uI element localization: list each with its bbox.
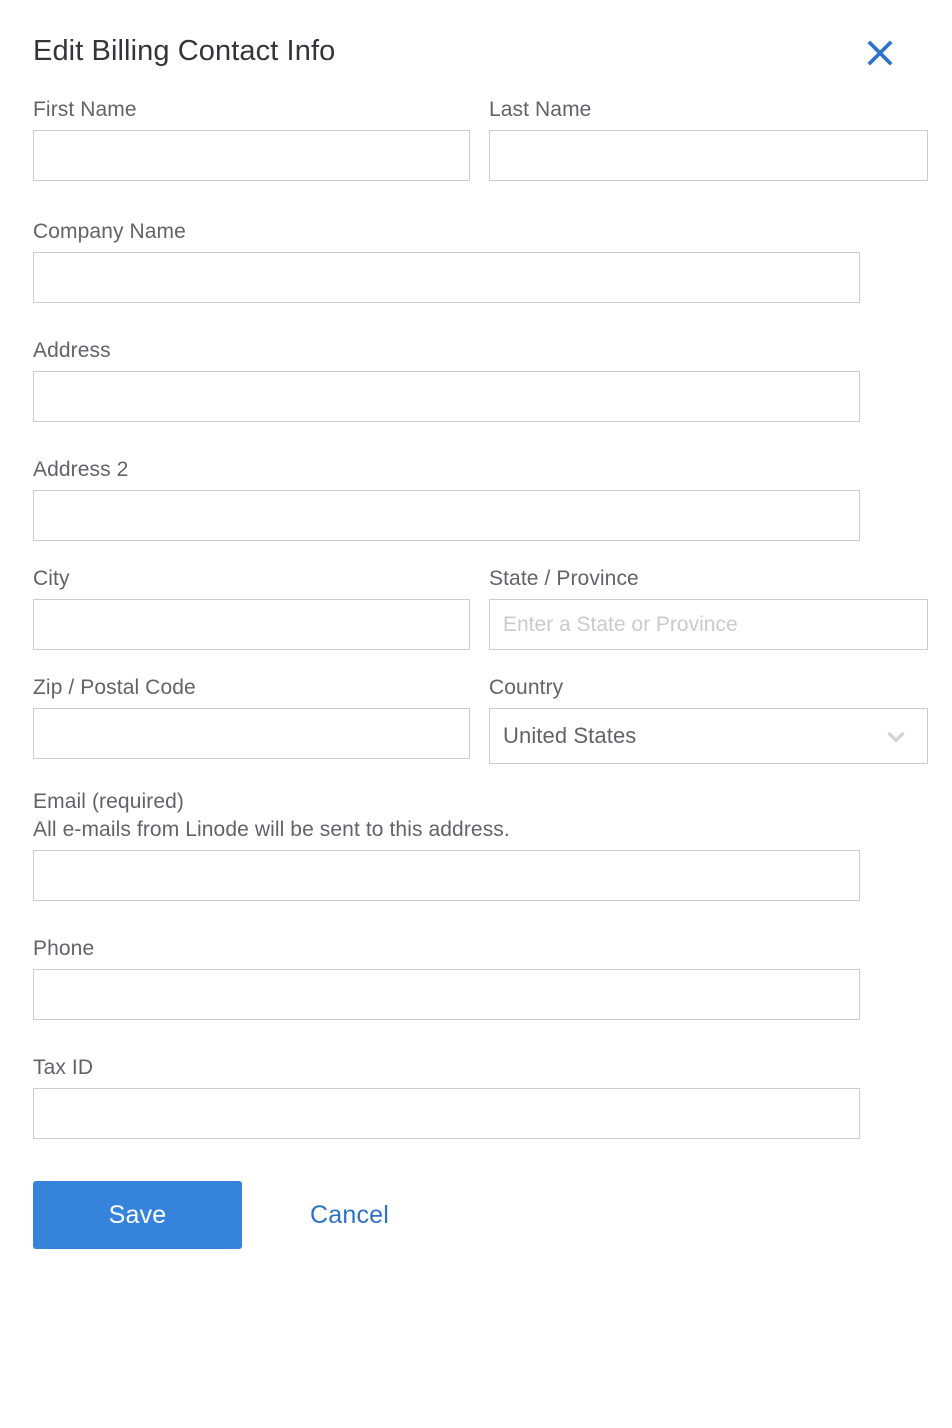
cancel-button[interactable]: Cancel xyxy=(310,1201,389,1230)
address-input[interactable] xyxy=(33,371,860,422)
drawer-header: Edit Billing Contact Info xyxy=(24,0,928,96)
country-select[interactable]: United States xyxy=(489,708,928,764)
billing-contact-form: First Name Last Name Company Name Addres… xyxy=(24,96,928,1139)
city-state-row: City State / Province xyxy=(33,565,928,650)
address-label: Address xyxy=(33,339,111,362)
phone-input[interactable] xyxy=(33,969,860,1020)
save-button[interactable]: Save xyxy=(33,1181,242,1249)
email-label: Email (required) xyxy=(33,790,184,813)
chevron-down-icon xyxy=(881,721,911,751)
tax-id-field: Tax ID xyxy=(33,1054,860,1139)
city-input[interactable] xyxy=(33,599,470,650)
first-name-input[interactable] xyxy=(33,130,470,181)
last-name-label: Last Name xyxy=(489,98,592,121)
country-label: Country xyxy=(489,676,564,699)
close-icon xyxy=(863,36,897,70)
address2-label: Address 2 xyxy=(33,458,129,481)
last-name-input[interactable] xyxy=(489,130,928,181)
name-row: First Name Last Name xyxy=(33,96,928,181)
last-name-field: Last Name xyxy=(489,96,928,181)
first-name-label: First Name xyxy=(33,98,137,121)
company-name-input[interactable] xyxy=(33,252,860,303)
tax-id-input[interactable] xyxy=(33,1088,860,1139)
state-label: State / Province xyxy=(489,567,639,590)
zip-label: Zip / Postal Code xyxy=(33,676,196,699)
phone-label: Phone xyxy=(33,937,95,960)
address2-field: Address 2 xyxy=(33,456,860,541)
company-name-field: Company Name xyxy=(33,218,860,303)
company-name-label: Company Name xyxy=(33,220,186,243)
email-input[interactable] xyxy=(33,850,860,901)
phone-field: Phone xyxy=(33,935,860,1020)
address-field: Address xyxy=(33,337,860,422)
edit-billing-contact-drawer: Edit Billing Contact Info First Name Las… xyxy=(0,0,952,1428)
state-input[interactable] xyxy=(489,599,928,650)
first-name-field: First Name xyxy=(33,96,470,181)
close-button[interactable] xyxy=(860,33,900,73)
country-selected-value: United States xyxy=(503,723,637,748)
city-field: City xyxy=(33,565,470,650)
email-help-text: All e-mails from Linode will be sent to … xyxy=(33,818,510,841)
drawer-actions: Save Cancel xyxy=(24,1181,928,1249)
zip-field: Zip / Postal Code xyxy=(33,674,470,764)
zip-country-row: Zip / Postal Code Country United States xyxy=(33,674,928,764)
zip-input[interactable] xyxy=(33,708,470,759)
tax-id-label: Tax ID xyxy=(33,1056,94,1079)
page-title: Edit Billing Contact Info xyxy=(33,35,336,67)
state-field: State / Province xyxy=(489,565,928,650)
country-field: Country United States xyxy=(489,674,928,764)
address2-input[interactable] xyxy=(33,490,860,541)
city-label: City xyxy=(33,567,70,590)
email-field: Email (required) All e-mails from Linode… xyxy=(33,788,860,901)
